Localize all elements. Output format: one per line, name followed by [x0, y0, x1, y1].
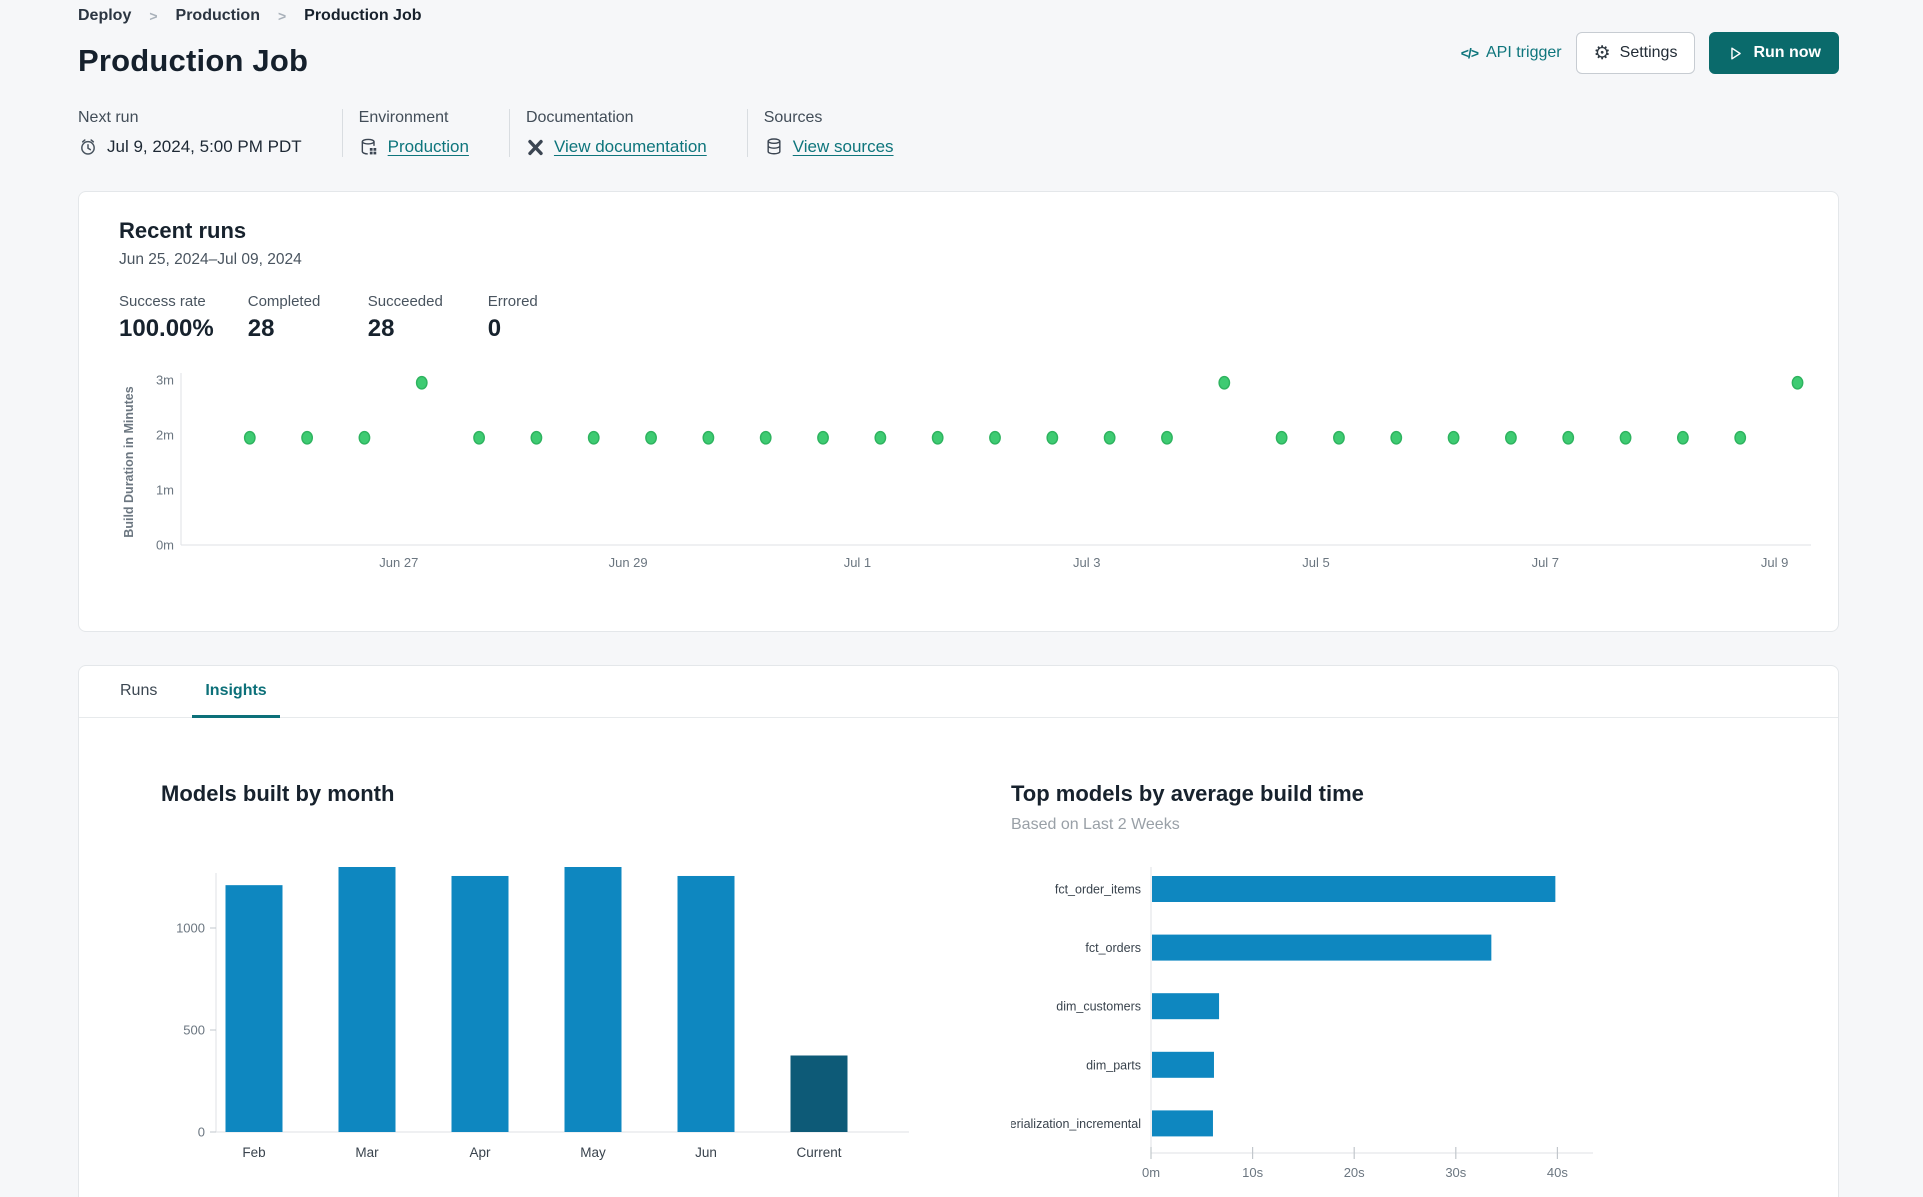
gear-icon: ⚙ — [1593, 42, 1611, 64]
tab-insights[interactable]: Insights — [192, 666, 280, 718]
svg-text:Mar: Mar — [355, 1145, 379, 1160]
next-run-label: Next run — [78, 109, 139, 126]
top-models-title: Top models by average build time — [1011, 781, 1364, 806]
stat-success-rate: Success rate 100.00% — [119, 293, 214, 342]
top-models-block: Top models by average build time Based o… — [989, 718, 1741, 1196]
svg-text:Jul 9: Jul 9 — [1761, 555, 1788, 570]
chevron-right-icon: > — [149, 8, 158, 24]
svg-text:Jul 5: Jul 5 — [1302, 555, 1329, 570]
scatter-svg: Build Duration in Minutes 0m 1m 2m 3m Jun 27 J… — [122, 373, 1811, 570]
breadcrumb-production[interactable]: Production — [176, 7, 260, 25]
svg-text:fct_order_items: fct_order_items — [1055, 883, 1141, 897]
chevron-right-icon: > — [277, 8, 287, 24]
meta-next-run: Next run Jul 9, 2024, 5:00 PM PDT — [78, 109, 342, 157]
view-sources-link[interactable]: View sources — [793, 137, 894, 157]
svg-text:May: May — [580, 1145, 606, 1160]
svg-text:0m: 0m — [156, 538, 174, 553]
svg-text:Build Duration in Minutes: Build Duration in Minutes — [122, 386, 136, 537]
hbar-svg: 0m 10s 20s 30s 40s fct_order_items fct_ordersd… — [989, 867, 1593, 1180]
stat-completed: Completed 28 — [247, 293, 321, 342]
recent-runs-card: Recent runs Jun 25, 2024–Jul 09, 2024 Su… — [78, 191, 1839, 632]
recent-runs-title: Recent runs — [119, 218, 247, 243]
documentation-label: Documentation — [525, 109, 634, 126]
svg-text:30s: 30s — [1445, 1165, 1466, 1180]
svg-text:Jun 29: Jun 29 — [609, 555, 648, 570]
play-icon — [1727, 45, 1744, 62]
sources-label: Sources — [763, 109, 823, 126]
svg-text:20s: 20s — [1344, 1165, 1365, 1180]
api-trigger-link[interactable]: </> API trigger — [1461, 44, 1562, 62]
models-built-title: Models built by month — [161, 781, 395, 806]
insights-card: Runs Insights Models built by month 0 500… — [78, 665, 1839, 1197]
settings-button[interactable]: ⚙ Settings — [1575, 32, 1696, 74]
sources-database-icon — [764, 137, 784, 157]
top-models-hbar-chart: 0m 10s 20s 30s 40s fct_order_items fct_ordersd… — [989, 859, 1741, 1196]
meta-sources: Sources View sources — [746, 109, 934, 157]
top-models-subtitle: Based on Last 2 Weeks — [1011, 816, 1180, 833]
svg-text:dim_customers: dim_customers — [1056, 1000, 1141, 1014]
svg-text:500: 500 — [183, 1023, 205, 1038]
meta-documentation: Documentation View documentation — [508, 109, 747, 157]
code-icon: </> — [1460, 45, 1479, 61]
svg-text:0m: 0m — [1142, 1165, 1160, 1180]
insights-content: Models built by month 0 500 1000 Feb Mar Apr M… — [79, 718, 1838, 1196]
svg-text:materialization_incremental: materialization_incremental — [1011, 1117, 1141, 1131]
models-built-block: Models built by month 0 500 1000 Feb Mar Apr M… — [161, 718, 951, 1196]
environment-database-icon — [359, 137, 379, 157]
settings-label: Settings — [1619, 44, 1678, 61]
alarm-clock-icon — [78, 137, 98, 157]
next-run-value: Jul 9, 2024, 5:00 PM PDT — [107, 137, 302, 156]
svg-text:dim_parts: dim_parts — [1086, 1058, 1141, 1072]
meta-environment: Environment Production — [341, 109, 509, 157]
svg-text:40s: 40s — [1547, 1165, 1568, 1180]
recent-runs-stats: Success rate 100.00% Completed 28 Succee… — [119, 293, 1798, 343]
svg-text:10s: 10s — [1242, 1165, 1263, 1180]
svg-text:1m: 1m — [156, 483, 174, 498]
run-now-button[interactable]: Run now — [1709, 32, 1839, 74]
bar-svg: 0 500 1000 Feb Mar Apr May Jun Current — [176, 866, 909, 1160]
api-trigger-label: API trigger — [1486, 44, 1562, 61]
tab-runs[interactable]: Runs — [107, 666, 170, 718]
svg-text:2m: 2m — [156, 428, 174, 443]
models-built-bar-chart: 0 500 1000 Feb Mar Apr May Jun Current — [161, 866, 951, 1184]
environment-link[interactable]: Production — [388, 137, 469, 157]
stat-errored: Errored 0 — [487, 293, 538, 342]
svg-text:1000: 1000 — [176, 921, 205, 936]
environment-label: Environment — [358, 109, 449, 126]
svg-text:Jun 27: Jun 27 — [379, 555, 418, 570]
svg-text:Jul 1: Jul 1 — [844, 555, 871, 570]
svg-text:Jun: Jun — [695, 1145, 717, 1160]
recent-runs-date-range: Jun 25, 2024–Jul 09, 2024 — [119, 251, 302, 268]
svg-text:fct_orders: fct_orders — [1085, 941, 1141, 955]
svg-text:Current: Current — [796, 1145, 841, 1160]
run-now-label: Run now — [1753, 44, 1821, 61]
svg-text:Jul 3: Jul 3 — [1073, 555, 1100, 570]
svg-text:Jul 7: Jul 7 — [1532, 555, 1559, 570]
breadcrumb-production-job: Production Job — [304, 7, 422, 24]
svg-text:3m: 3m — [156, 373, 174, 388]
breadcrumb: Deploy > Production > Production Job — [78, 0, 1839, 25]
build-duration-scatter-chart: Build Duration in Minutes 0m 1m 2m 3m Jun 27 J… — [119, 365, 1811, 588]
job-meta-row: Next run Jul 9, 2024, 5:00 PM PDT Enviro… — [78, 109, 1839, 157]
svg-text:0: 0 — [198, 1125, 205, 1140]
dbt-docs-icon — [526, 138, 545, 157]
svg-text:Feb: Feb — [242, 1145, 265, 1160]
view-documentation-link[interactable]: View documentation — [554, 137, 707, 157]
breadcrumb-deploy[interactable]: Deploy — [78, 7, 131, 25]
tab-row: Runs Insights — [79, 666, 1838, 718]
stat-succeeded: Succeeded 28 — [367, 293, 443, 342]
svg-text:Apr: Apr — [469, 1145, 491, 1160]
header-actions: </> API trigger ⚙ Settings Run now — [1461, 32, 1839, 74]
page: Deploy > Production > Production Job Pro… — [0, 0, 1923, 1197]
